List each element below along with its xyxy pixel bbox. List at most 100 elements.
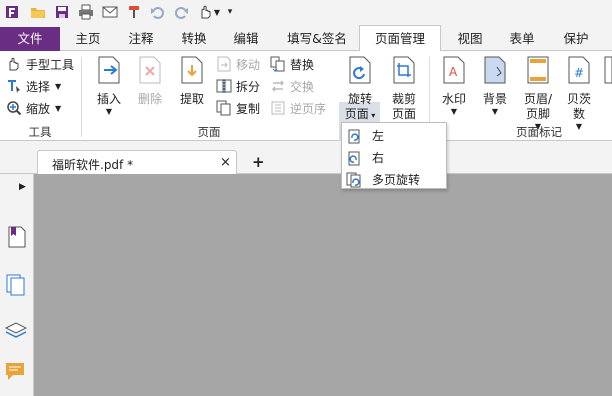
hand-tool-button[interactable]: 手型工具 [6,54,74,74]
reverse-page-icon [270,100,286,116]
background-label: 背景 [482,92,507,106]
select-tool-label: 选择 [26,79,51,94]
comments-icon[interactable] [5,362,27,385]
left-panel: ▶ [0,174,34,396]
multi-page-rotate-item[interactable]: 多页旋转 [342,169,446,190]
bookmark-icon[interactable] [7,226,27,251]
document-tab[interactable]: 福昕软件.pdf * × [37,150,237,175]
zoom-tool-button[interactable]: 缩放 ▼ [6,98,61,118]
zoom-icon [6,100,22,116]
tab-view[interactable]: 视图 [448,29,492,51]
document-tabs-bar: 福昕软件.pdf * × + [0,141,612,175]
tab-convert[interactable]: 转换 [172,29,216,51]
tab-fill-sign[interactable]: 填写&签名 [279,29,355,51]
quick-access-toolbar: ▼ ▾ [0,0,612,25]
rotate-left-icon [346,128,362,144]
delete-label: 删除 [137,92,162,106]
insert-label: 插入 [96,92,121,106]
insert-page-button[interactable]: 插入 ▼ [92,55,126,116]
move-page-icon [216,56,232,72]
crop-page-button[interactable]: 裁剪 页面 [385,55,423,122]
crop-label-1: 裁剪 [391,92,416,106]
new-tab-button[interactable]: + [252,153,265,171]
rotate-left-label: 左 [372,129,385,143]
delete-page-button[interactable]: 删除 [133,55,167,107]
header-footer-label-2: 页脚 [525,107,550,121]
swap-page-button[interactable]: 交换 [270,76,314,96]
replace-label: 替换 [290,57,315,72]
background-dropdown-icon: ▼ [491,107,499,116]
multi-page-rotate-icon [346,172,362,188]
bates-number-button[interactable]: # 贝茨 数 ▼ [562,55,596,131]
tab-page-management[interactable]: 页面管理 [359,25,441,52]
background-icon [478,55,512,89]
copy-page-button[interactable]: 复制 [216,98,260,118]
app-logo-icon[interactable] [4,4,20,20]
svg-text:A: A [449,65,458,79]
ribbon: 手型工具 选择 ▼ 缩放 ▼ 工具 插入 ▼ 删除 提取 移动 拆分 复制 替换… [0,51,612,174]
zoom-tool-label: 缩放 [26,101,51,116]
header-footer-label-1: 页眉/ [523,92,553,106]
tab-home[interactable]: 主页 [67,29,109,51]
tab-form[interactable]: 表单 [500,29,544,51]
layers-icon[interactable] [4,320,28,343]
open-folder-icon[interactable] [30,4,46,20]
background-button[interactable]: 背景 ▼ [478,55,512,116]
reverse-page-button[interactable]: 逆页序 [270,98,326,118]
bates-number-icon: # [562,55,596,89]
hand-cursor-icon[interactable] [197,4,213,20]
hand-tool-label: 手型工具 [26,57,75,72]
multi-page-rotate-label: 多页旋转 [372,173,421,187]
tab-file[interactable]: 文件 [0,27,60,51]
zoom-dropdown-icon[interactable]: ▼ [55,104,61,113]
print-icon[interactable] [78,4,94,20]
expand-panel-icon[interactable]: ▶ [19,182,26,192]
app-window: ▼ ▾ 文件 主页 注释 转换 编辑 填写&签名 页面管理 视图 表单 保护 手… [0,0,612,396]
split-page-button[interactable]: 拆分 [216,76,260,96]
email-icon[interactable] [102,4,118,20]
rotate-page-icon [340,55,380,89]
crop-label-2: 页面 [391,107,416,121]
insert-page-icon [92,55,126,89]
swap-label: 交换 [290,79,315,94]
svg-text:#: # [574,66,584,80]
tab-protect[interactable]: 保护 [554,29,598,51]
page-thumbnails-icon[interactable] [6,274,26,299]
watermark-button[interactable]: A 水印 ▼ [437,55,471,116]
more-button[interactable] [602,55,612,92]
tab-comment[interactable]: 注释 [119,29,163,51]
document-tab-title: 福昕软件.pdf * [52,158,134,172]
bates-label-2: 数 [572,107,585,121]
replace-page-button[interactable]: 替换 [270,54,314,74]
format-painter-icon[interactable] [126,4,142,20]
swap-page-icon [270,78,286,94]
page-marks-group-label: 页面标记 [516,125,562,139]
undo-icon[interactable] [150,4,166,20]
watermark-dropdown-icon: ▼ [450,107,458,116]
header-footer-button[interactable]: 页眉/ 页脚 ▼ [518,55,558,131]
rotate-page-button[interactable]: 旋转 页面 ▾ [340,55,380,123]
split-label: 拆分 [236,79,261,94]
extract-page-button[interactable]: 提取 [175,55,209,107]
rotate-right-label: 右 [372,151,385,165]
rotate-right-item[interactable]: 右 [342,147,446,168]
customize-dropdown-icon[interactable]: ▾ [225,4,235,20]
more-icon [602,55,612,89]
bates-label-1: 贝茨 [566,92,591,106]
hand-icon [6,56,22,72]
save-icon[interactable] [54,4,70,20]
hand-dropdown-icon[interactable]: ▼ [213,4,221,20]
select-dropdown-icon[interactable]: ▼ [55,82,61,91]
tab-edit[interactable]: 编辑 [224,29,268,51]
close-tab-icon[interactable]: × [220,155,231,170]
split-page-icon [216,78,232,94]
extract-label: 提取 [179,92,204,106]
extract-page-icon [175,55,209,89]
move-page-button[interactable]: 移动 [216,54,260,74]
insert-dropdown-icon: ▼ [105,107,113,116]
redo-icon[interactable] [173,4,189,20]
rotate-left-item[interactable]: 左 [342,125,446,146]
document-canvas[interactable] [34,174,612,396]
select-tool-button[interactable]: 选择 ▼ [6,76,61,96]
rotate-right-icon [346,150,362,166]
